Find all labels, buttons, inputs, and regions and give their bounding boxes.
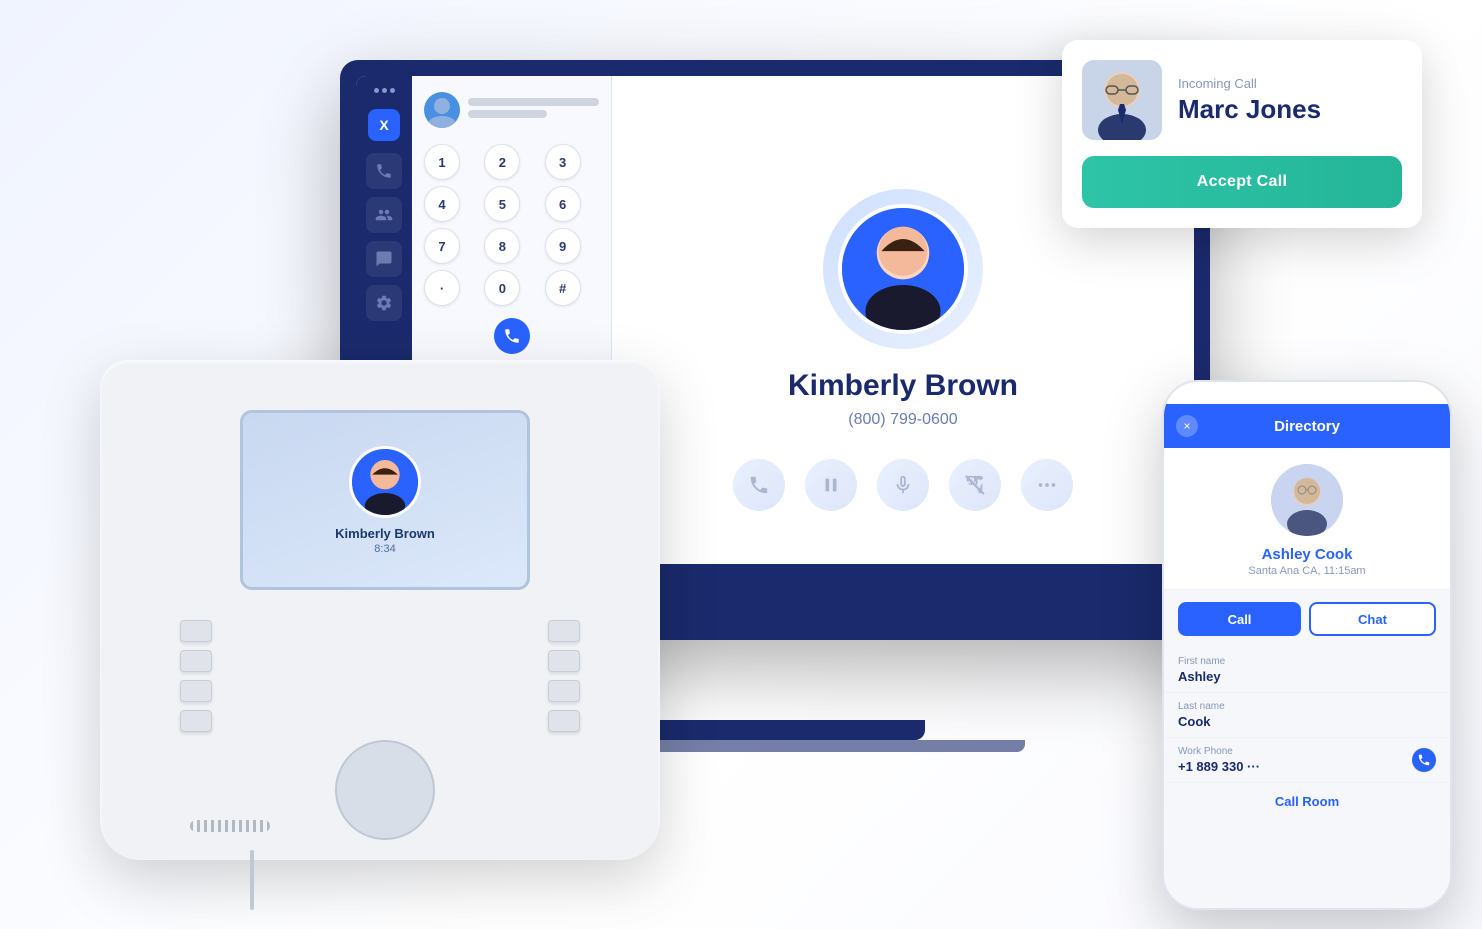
dialer-user-row: [424, 92, 599, 128]
dialer-status-line: [468, 110, 547, 118]
contact-hold-btn[interactable]: [805, 459, 857, 511]
key-4[interactable]: 4: [424, 186, 460, 222]
caller-photo: [1082, 60, 1162, 140]
deskphone-key-r2[interactable]: [548, 650, 580, 672]
close-icon: ×: [1183, 419, 1190, 433]
mobile-notch: [1257, 382, 1357, 404]
laptop-stand-base: [625, 720, 925, 740]
deskphone-key-r1[interactable]: [548, 620, 580, 642]
dialer-user-avatar: [424, 92, 460, 128]
key-0[interactable]: 0: [484, 270, 520, 306]
sidebar-contacts-icon-btn[interactable]: [366, 197, 402, 233]
deskphone-screen: Kimberly Brown 8:34: [240, 410, 530, 590]
dot3: [390, 88, 395, 93]
mobile-contact-section: Ashley Cook Santa Ana CA, 11:15am: [1164, 448, 1450, 590]
key-5[interactable]: 5: [484, 186, 520, 222]
key-9[interactable]: 9: [545, 228, 581, 264]
deskphone-right-keys: [548, 620, 580, 732]
contact-name: Kimberly Brown: [788, 369, 1018, 403]
mobile-directory-title: Directory: [1274, 418, 1340, 435]
key-hash[interactable]: #: [545, 270, 581, 306]
mobile-firstname-value: Ashley: [1178, 669, 1436, 684]
desk-phone: Kimberly Brown 8:34: [40, 340, 660, 880]
deskphone-contact-avatar: [349, 446, 421, 518]
deskphone-cord: [250, 850, 254, 910]
mobile-lastname-field: Last name Cook: [1164, 693, 1450, 738]
deskphone-left-keys: [180, 620, 212, 732]
mobile-chat-button[interactable]: Chat: [1309, 602, 1436, 636]
mobile-close-button[interactable]: ×: [1176, 415, 1198, 437]
dot-menu: [374, 88, 395, 93]
dialer-user-info: [468, 98, 599, 122]
incoming-call-header: Incoming Call Marc Jones: [1082, 60, 1402, 140]
key-8[interactable]: 8: [484, 228, 520, 264]
mobile-lastname-label: Last name: [1178, 701, 1436, 712]
dialer-keypad: 1 2 3 4 5 6 7 8 9 · 0 #: [424, 144, 599, 306]
deskphone-key-r4[interactable]: [548, 710, 580, 732]
mobile-call-button[interactable]: Call: [1178, 602, 1301, 636]
deskphone-key-l2[interactable]: [180, 650, 212, 672]
mobile-body: × Directory: [1162, 380, 1452, 910]
sidebar-settings-icon-btn[interactable]: [366, 285, 402, 321]
deskphone-key-l3[interactable]: [180, 680, 212, 702]
contact-avatar: [838, 204, 968, 334]
caller-info: Incoming Call Marc Jones: [1178, 76, 1402, 124]
accept-call-button[interactable]: Accept Call: [1082, 156, 1402, 208]
mobile-firstname-field: First name Ashley: [1164, 648, 1450, 693]
contact-avatar-ring: [823, 189, 983, 349]
key-1[interactable]: 1: [424, 144, 460, 180]
mobile-call-room-link[interactable]: Call Room: [1275, 794, 1339, 809]
mobile-workphone-value: +1 889 330 ···: [1178, 759, 1260, 774]
logo-text: X: [379, 117, 388, 133]
contact-action-buttons: [733, 459, 1073, 511]
mobile-lastname-value: Cook: [1178, 714, 1436, 729]
contact-more-btn[interactable]: [1021, 459, 1073, 511]
mobile-screen: × Directory: [1164, 404, 1450, 908]
mobile-action-row: Call Chat: [1178, 602, 1436, 636]
contact-end-btn[interactable]: [949, 459, 1001, 511]
key-6[interactable]: 6: [545, 186, 581, 222]
mobile-contact-avatar: [1271, 464, 1343, 536]
contact-mute-btn[interactable]: [877, 459, 929, 511]
mobile-call-room-row: Call Room: [1164, 783, 1450, 821]
sidebar-messages-icon-btn[interactable]: [366, 241, 402, 277]
incoming-call-label: Incoming Call: [1178, 76, 1402, 91]
key-2[interactable]: 2: [484, 144, 520, 180]
contact-phone: (800) 799-0600: [848, 411, 957, 429]
mobile-firstname-label: First name: [1178, 656, 1436, 667]
laptop-bottom-bar: [612, 564, 1194, 624]
dot1: [374, 88, 379, 93]
key-7[interactable]: 7: [424, 228, 460, 264]
mobile-call-phone-icon-btn[interactable]: [1412, 748, 1436, 772]
caller-name: Marc Jones: [1178, 95, 1402, 124]
deskphone-nav: [300, 740, 470, 840]
deskphone-call-timer: 8:34: [374, 543, 395, 555]
deskphone-nav-circle[interactable]: [335, 740, 435, 840]
mobile-workphone-row: Work Phone +1 889 330 ···: [1164, 738, 1450, 783]
mobile-workphone-label: Work Phone: [1178, 746, 1260, 757]
mobile-contact-location: Santa Ana CA, 11:15am: [1248, 565, 1365, 577]
deskphone-contact-name: Kimberly Brown: [335, 526, 435, 541]
contact-phone-btn[interactable]: [733, 459, 785, 511]
mobile-phone: × Directory: [1162, 380, 1452, 910]
incoming-call-notification: Incoming Call Marc Jones Accept Call: [1062, 40, 1422, 228]
deskphone-speaker: [190, 820, 270, 832]
key-3[interactable]: 3: [545, 144, 581, 180]
sidebar-phone-icon-btn[interactable]: [366, 153, 402, 189]
dialer-name-line: [468, 98, 599, 106]
key-dot[interactable]: ·: [424, 270, 460, 306]
deskphone-key-r3[interactable]: [548, 680, 580, 702]
mobile-header: × Directory: [1164, 404, 1450, 448]
dot2: [382, 88, 387, 93]
mobile-workphone-info: Work Phone +1 889 330 ···: [1178, 746, 1260, 774]
deskphone-body: Kimberly Brown 8:34: [100, 360, 660, 860]
app-logo[interactable]: X: [368, 109, 400, 141]
mobile-contact-name: Ashley Cook: [1262, 546, 1353, 563]
deskphone-key-l1[interactable]: [180, 620, 212, 642]
deskphone-key-l4[interactable]: [180, 710, 212, 732]
